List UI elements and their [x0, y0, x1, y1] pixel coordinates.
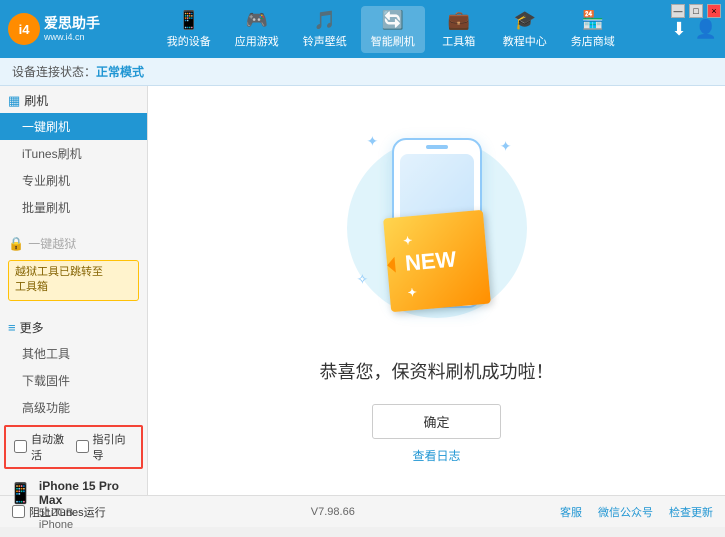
nav-ringtone-label: 铃声壁纸: [303, 33, 347, 49]
star-icon-1: ✦: [367, 133, 379, 150]
warning-text: 越狱工具已跳转至工具箱: [15, 266, 103, 293]
customer-service-link[interactable]: 客服: [560, 504, 582, 520]
nav-my-device[interactable]: 📱 我的设备: [157, 6, 221, 53]
warning-box: 越狱工具已跳转至工具箱: [8, 260, 139, 301]
nav-ringtone[interactable]: 🎵 铃声壁纸: [293, 6, 357, 53]
nav-toolbox-label: 工具箱: [442, 33, 475, 49]
flash-section-label: 刷机: [24, 92, 48, 109]
itunes-label: 阻止iTunes运行: [29, 504, 106, 520]
pro-flash-item[interactable]: 专业刷机: [0, 167, 147, 194]
nav-tutorial-label: 教程中心: [503, 33, 547, 49]
new-text: NEW: [403, 246, 456, 275]
phone-speaker: [426, 145, 448, 149]
device-type: iPhone: [39, 519, 139, 531]
new-badge: ✦ NEW ✦: [383, 209, 491, 311]
nav-flash-icon: 🔄: [382, 10, 404, 31]
nav-tutorial[interactable]: 🎓 教程中心: [493, 6, 557, 53]
nav-items: 📱 我的设备 🎮 应用游戏 🎵 铃声壁纸 🔄 智能刷机 💼 工具箱 🎓 教程中心…: [118, 6, 663, 53]
nav-service[interactable]: 🏪 务店商域: [561, 6, 625, 53]
nav-toolbox[interactable]: 💼 工具箱: [429, 6, 489, 53]
win-close[interactable]: ×: [707, 4, 721, 18]
success-illustration: ✦ ✦ ✧ ✦ NEW ✦: [337, 118, 537, 338]
more-section-header: ≡ 更多: [0, 313, 147, 340]
other-tools-item[interactable]: 其他工具: [0, 340, 147, 367]
wechat-link[interactable]: 微信公众号: [598, 504, 653, 520]
win-controls[interactable]: — □ ×: [671, 4, 721, 18]
advanced-item[interactable]: 高级功能: [0, 394, 147, 421]
flash-section-header: ▦ 刷机: [0, 86, 147, 113]
new-stars-left: ✦: [402, 235, 412, 248]
nav-flash-label: 智能刷机: [371, 33, 415, 49]
nav-service-label: 务店商域: [571, 33, 615, 49]
nav-phone-icon: 📱: [178, 10, 200, 31]
view-log-link[interactable]: 查看日志: [412, 447, 460, 464]
success-text: 恭喜您，保资料刷机成功啦！: [320, 358, 554, 384]
nav-smart-flash[interactable]: 🔄 智能刷机: [361, 6, 425, 53]
itunes-flash-item[interactable]: iTunes刷机: [0, 140, 147, 167]
status-mode: 正常模式: [96, 63, 144, 80]
lock-icon: 🔒: [8, 236, 24, 252]
statusbar: 设备连接状态： 正常模式: [0, 58, 725, 86]
nav-apps-games[interactable]: 🎮 应用游戏: [225, 6, 289, 53]
bottombar-left: 阻止iTunes运行: [12, 504, 106, 520]
nav-service-icon: 🏪: [582, 10, 604, 31]
nav-toolbox-icon: 💼: [448, 10, 470, 31]
nav-right: ⬇ 👤: [671, 19, 717, 40]
logo-area: i4 爱思助手 www.i4.cn: [8, 13, 118, 45]
nav-tutorial-icon: 🎓: [514, 10, 536, 31]
one-click-flash-item[interactable]: 一键刷机: [0, 113, 147, 140]
sidebar: ▦ 刷机 一键刷机 iTunes刷机 专业刷机 批量刷机 🔒 一键越狱 越狱工具…: [0, 86, 148, 495]
nav-ringtone-icon: 🎵: [314, 10, 336, 31]
download-button[interactable]: ⬇: [671, 19, 686, 40]
logo-sub-text: www.i4.cn: [44, 32, 100, 44]
user-button[interactable]: 👤: [695, 19, 717, 40]
status-prefix: 设备连接状态：: [12, 63, 96, 80]
new-stars-right: ✦: [407, 286, 417, 299]
bottombar-version: V7.98.66: [311, 506, 355, 518]
more-section-label: 更多: [20, 319, 44, 336]
nav-apps-icon: 🎮: [246, 10, 268, 31]
auto-activate-row: 自动激活 指引向导: [4, 425, 143, 469]
one-click-jailbreak-header: 🔒 一键越狱: [0, 229, 147, 256]
bottombar-right: 客服 微信公众号 检查更新: [560, 504, 713, 520]
star-icon-2: ✦: [500, 138, 512, 155]
content-area: ✦ ✦ ✧ ✦ NEW ✦ 恭喜您，保资料刷机成功啦！ 确定 查看日志: [148, 86, 725, 495]
confirm-button[interactable]: 确定: [372, 404, 500, 439]
star-icon-3: ✧: [357, 271, 369, 288]
more-section-icon: ≡: [8, 320, 16, 335]
guide-import-checkbox[interactable]: [76, 440, 89, 453]
auto-activate-checkbox[interactable]: [14, 440, 27, 453]
itunes-checkbox[interactable]: [12, 505, 25, 518]
auto-activate-label: 自动激活: [31, 431, 72, 463]
logo-circle: i4: [8, 13, 40, 45]
topbar: i4 爱思助手 www.i4.cn 📱 我的设备 🎮 应用游戏 🎵 铃声壁纸 🔄…: [0, 0, 725, 58]
batch-flash-item[interactable]: 批量刷机: [0, 194, 147, 221]
logo-main-text: 爱思助手: [44, 14, 100, 32]
main-layout: ▦ 刷机 一键刷机 iTunes刷机 专业刷机 批量刷机 🔒 一键越狱 越狱工具…: [0, 86, 725, 495]
download-firmware-item[interactable]: 下载固件: [0, 367, 147, 394]
device-phone-icon: 📱: [8, 481, 33, 506]
win-minimize[interactable]: —: [671, 4, 685, 18]
check-update-link[interactable]: 检查更新: [669, 504, 713, 520]
flash-section-icon: ▦: [8, 93, 20, 109]
nav-apps-label: 应用游戏: [235, 33, 279, 49]
win-maximize[interactable]: □: [689, 4, 703, 18]
guide-import-label: 指引向导: [93, 431, 134, 463]
jailbreak-label: 一键越狱: [28, 235, 76, 252]
nav-my-device-label: 我的设备: [167, 33, 211, 49]
